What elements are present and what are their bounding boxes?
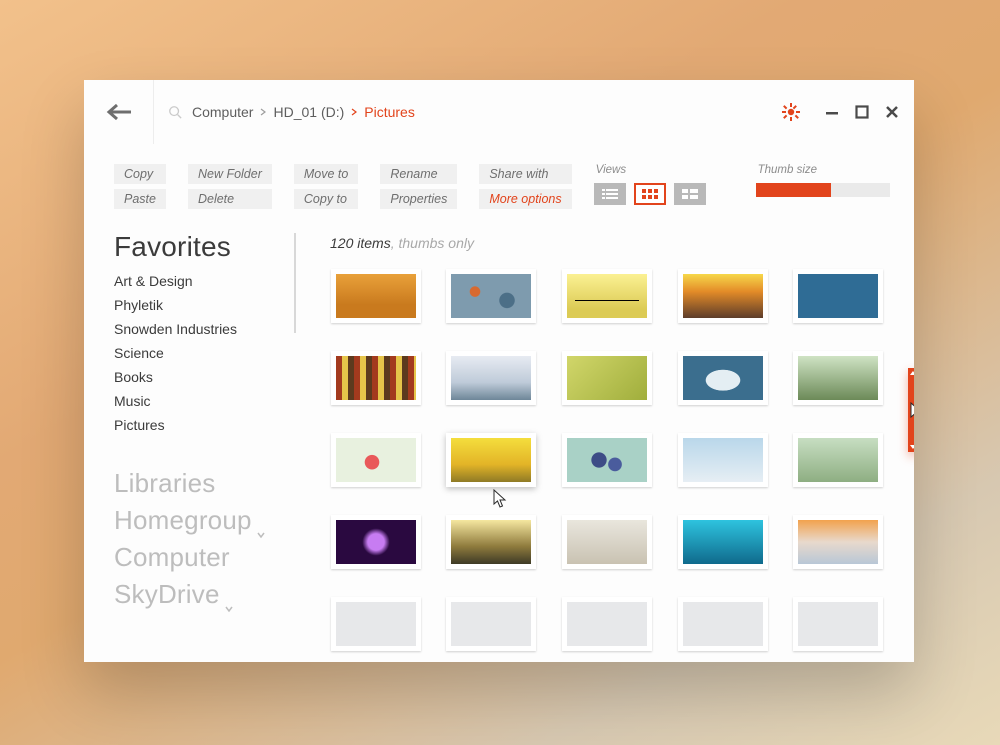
chevron-down-icon xyxy=(224,590,234,600)
thumbnail[interactable] xyxy=(790,515,886,569)
thumbnail[interactable] xyxy=(444,269,540,323)
more-options-button[interactable]: More options xyxy=(479,189,571,209)
thumbnail[interactable] xyxy=(790,269,886,323)
thumbnail-grid xyxy=(328,269,886,651)
rename-button[interactable]: Rename xyxy=(380,164,457,184)
thumbnail[interactable] xyxy=(559,433,655,487)
item-count: 120 items, thumbs only xyxy=(330,235,886,251)
view-grid-button[interactable] xyxy=(634,183,666,205)
thumbnail[interactable] xyxy=(328,269,424,323)
file-explorer-window: Computer HD_01 (D:) Pictures xyxy=(84,80,914,662)
sidebar: Favorites Art & DesignPhyletikSnowden In… xyxy=(84,231,300,662)
sidebar-scrollbar[interactable] xyxy=(294,233,296,333)
copy-to-button[interactable]: Copy to xyxy=(294,189,358,209)
sidebar-fav-item[interactable]: Books xyxy=(114,365,300,389)
breadcrumb: Computer HD_01 (D:) Pictures xyxy=(190,104,417,120)
window-controls xyxy=(782,80,900,144)
thumbnail[interactable] xyxy=(790,351,886,405)
back-button[interactable] xyxy=(84,80,154,144)
view-details-button[interactable] xyxy=(674,183,706,205)
sidebar-fav-item[interactable]: Music xyxy=(114,389,300,413)
copy-button[interactable]: Copy xyxy=(114,164,166,184)
list-icon xyxy=(600,187,620,201)
thumbnail[interactable] xyxy=(559,515,655,569)
paste-button[interactable]: Paste xyxy=(114,189,166,209)
view-list-button[interactable] xyxy=(594,183,626,205)
sidebar-fav-item[interactable]: Art & Design xyxy=(114,269,300,293)
scroll-up-icon xyxy=(910,371,914,375)
thumbnail[interactable] xyxy=(559,269,655,323)
search-icon[interactable] xyxy=(168,105,182,119)
thumbnail[interactable] xyxy=(675,269,771,323)
share-with-button[interactable]: Share with xyxy=(479,164,571,184)
sidebar-root-item[interactable]: Homegroup xyxy=(114,502,300,539)
cursor-icon xyxy=(910,402,914,422)
thumbnail[interactable] xyxy=(444,597,540,651)
chevron-right-icon xyxy=(259,108,267,116)
details-icon xyxy=(680,187,700,201)
chevron-down-icon xyxy=(256,516,266,526)
titlebar: Computer HD_01 (D:) Pictures xyxy=(84,80,914,144)
breadcrumb-current[interactable]: Pictures xyxy=(362,104,417,120)
thumbnail[interactable] xyxy=(444,351,540,405)
thumb-size-slider[interactable] xyxy=(756,183,890,197)
breadcrumb-mid[interactable]: HD_01 (D:) xyxy=(271,104,346,120)
thumbnail[interactable] xyxy=(328,515,424,569)
count-value: 120 items xyxy=(330,235,391,251)
properties-button[interactable]: Properties xyxy=(380,189,457,209)
sidebar-root-item[interactable]: Libraries xyxy=(114,465,300,502)
thumbnail[interactable] xyxy=(328,351,424,405)
move-to-button[interactable]: Move to xyxy=(294,164,358,184)
favorites-title: Favorites xyxy=(114,231,300,263)
chevron-right-icon xyxy=(350,108,358,116)
maximize-button[interactable] xyxy=(854,104,870,120)
toolbar: Copy Paste New Folder Delete Move to Cop… xyxy=(84,164,914,209)
favorites-list: Art & DesignPhyletikSnowden IndustriesSc… xyxy=(114,269,300,437)
breadcrumb-root[interactable]: Computer xyxy=(190,104,255,120)
thumbnail[interactable] xyxy=(675,515,771,569)
thumbnail[interactable] xyxy=(675,351,771,405)
new-folder-button[interactable]: New Folder xyxy=(188,164,272,184)
thumbnail[interactable] xyxy=(559,351,655,405)
delete-button[interactable]: Delete xyxy=(188,189,272,209)
thumbnail[interactable] xyxy=(790,597,886,651)
views-label: Views xyxy=(594,164,706,176)
cursor-icon xyxy=(493,489,507,509)
thumbnail[interactable] xyxy=(444,433,540,487)
sidebar-root-item[interactable]: Computer xyxy=(114,539,300,576)
view-switcher xyxy=(594,183,706,205)
sidebar-fav-item[interactable]: Pictures xyxy=(114,413,300,437)
gear-icon[interactable] xyxy=(782,103,800,121)
count-sub: thumbs only xyxy=(398,235,473,251)
thumbnail[interactable] xyxy=(675,433,771,487)
body: Favorites Art & DesignPhyletikSnowden In… xyxy=(84,231,914,662)
slider-fill xyxy=(756,183,831,197)
thumbnail[interactable] xyxy=(675,597,771,651)
close-button[interactable] xyxy=(884,104,900,120)
sidebar-root-item[interactable]: SkyDrive xyxy=(114,576,300,613)
content-scrollbar[interactable] xyxy=(908,368,914,452)
content: 120 items, thumbs only xyxy=(300,231,914,662)
thumbnail[interactable] xyxy=(444,515,540,569)
grid-icon xyxy=(640,187,660,201)
back-arrow-icon xyxy=(106,103,132,121)
sidebar-fav-item[interactable]: Snowden Industries xyxy=(114,317,300,341)
thumbnail[interactable] xyxy=(790,433,886,487)
sidebar-fav-item[interactable]: Science xyxy=(114,341,300,365)
thumbnail[interactable] xyxy=(328,597,424,651)
thumbnail[interactable] xyxy=(328,433,424,487)
scroll-down-icon xyxy=(910,445,914,449)
thumb-size-label: Thumb size xyxy=(756,164,890,176)
thumbnail[interactable] xyxy=(559,597,655,651)
sidebar-fav-item[interactable]: Phyletik xyxy=(114,293,300,317)
minimize-button[interactable] xyxy=(824,104,840,120)
